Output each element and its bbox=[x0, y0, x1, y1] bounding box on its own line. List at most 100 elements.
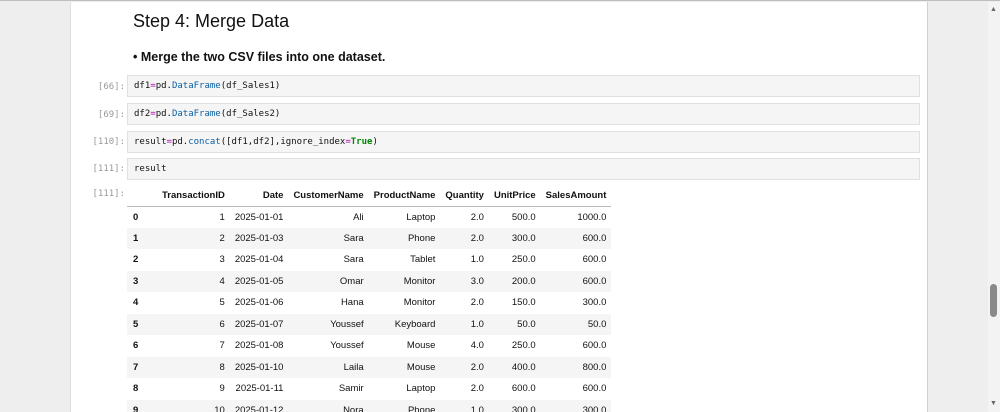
notebook-panel: Step 4: Merge Data • Merge the two CSV f… bbox=[70, 2, 928, 412]
table-cell: 2.0 bbox=[440, 378, 489, 400]
table-cell: 50.0 bbox=[541, 314, 612, 336]
table-cell: 2.0 bbox=[440, 357, 489, 379]
table-cell: Tablet bbox=[369, 249, 441, 271]
table-cell: Sara bbox=[288, 228, 368, 250]
table-cell: Monitor bbox=[369, 292, 441, 314]
code-cell-110[interactable]: result=pd.concat([df1,df2],ignore_index=… bbox=[127, 131, 920, 153]
code: result bbox=[134, 137, 167, 147]
code: df2 bbox=[134, 109, 150, 119]
table-cell: 600.0 bbox=[541, 249, 612, 271]
table-cell: 300.0 bbox=[489, 228, 541, 250]
column-header: Quantity bbox=[440, 186, 489, 206]
table-cell: Keyboard bbox=[369, 314, 441, 336]
table-row: 9102025-01-12NoraPhone1.0300.0300.0 bbox=[127, 400, 611, 412]
table-cell: Laptop bbox=[369, 378, 441, 400]
table-row: 892025-01-11SamirLaptop2.0600.0600.0 bbox=[127, 378, 611, 400]
table-cell: 2025-01-11 bbox=[230, 378, 289, 400]
table-cell: Nora bbox=[288, 400, 368, 412]
table-cell: 600.0 bbox=[541, 335, 612, 357]
table-cell: 3 bbox=[157, 249, 230, 271]
table-cell: 250.0 bbox=[489, 249, 541, 271]
row-index: 2 bbox=[127, 249, 157, 271]
scroll-down-icon[interactable]: ▼ bbox=[990, 400, 997, 407]
scroll-up-icon[interactable]: ▲ bbox=[990, 6, 997, 13]
code: pd. bbox=[172, 137, 188, 147]
table-cell: 250.0 bbox=[489, 335, 541, 357]
table-cell: 300.0 bbox=[541, 400, 612, 412]
code: ) bbox=[372, 137, 377, 147]
code: concat bbox=[188, 137, 221, 147]
table-cell: 2.0 bbox=[440, 228, 489, 250]
cell-prompt: [110]: bbox=[71, 137, 125, 147]
code: (df_Sales2) bbox=[221, 109, 281, 119]
table-cell: 600.0 bbox=[541, 378, 612, 400]
table-cell: 600.0 bbox=[541, 271, 612, 293]
table-cell: Laila bbox=[288, 357, 368, 379]
table-cell: Laptop bbox=[369, 206, 441, 228]
table-cell: 2025-01-03 bbox=[230, 228, 289, 250]
code-cell-66[interactable]: df1=pd.DataFrame(df_Sales1) bbox=[127, 75, 920, 97]
table-row: 562025-01-07YoussefKeyboard1.050.050.0 bbox=[127, 314, 611, 336]
table-cell: Monitor bbox=[369, 271, 441, 293]
table-cell: 50.0 bbox=[489, 314, 541, 336]
column-header: UnitPrice bbox=[489, 186, 541, 206]
dataframe-output: TransactionIDDateCustomerNameProductName… bbox=[127, 186, 611, 412]
column-header: Date bbox=[230, 186, 289, 206]
table-cell: 2.0 bbox=[440, 206, 489, 228]
table-cell: 9 bbox=[157, 378, 230, 400]
table-cell: 2025-01-05 bbox=[230, 271, 289, 293]
scrollbar-thumb[interactable] bbox=[990, 284, 997, 317]
column-header: TransactionID bbox=[157, 186, 230, 206]
row-index: 3 bbox=[127, 271, 157, 293]
table-row: 122025-01-03SaraPhone2.0300.0600.0 bbox=[127, 228, 611, 250]
row-index: 1 bbox=[127, 228, 157, 250]
output-prompt: [111]: bbox=[71, 189, 125, 199]
table-cell: 5 bbox=[157, 292, 230, 314]
table-cell: Youssef bbox=[288, 335, 368, 357]
table-cell: Samir bbox=[288, 378, 368, 400]
table-cell: 600.0 bbox=[489, 378, 541, 400]
column-header: ProductName bbox=[369, 186, 441, 206]
code-cell-111[interactable]: result bbox=[127, 158, 920, 180]
table-cell: 8 bbox=[157, 357, 230, 379]
cell-prompt: [111]: bbox=[71, 164, 125, 174]
row-index: 9 bbox=[127, 400, 157, 412]
row-index: 7 bbox=[127, 357, 157, 379]
table-cell: 1.0 bbox=[440, 400, 489, 412]
cell-prompt: [66]: bbox=[71, 82, 125, 92]
table-row: 452025-01-06HanaMonitor2.0150.0300.0 bbox=[127, 292, 611, 314]
table-cell: 1.0 bbox=[440, 314, 489, 336]
table-cell: Phone bbox=[369, 228, 441, 250]
table-cell: 1000.0 bbox=[541, 206, 612, 228]
code-cell-69[interactable]: df2=pd.DataFrame(df_Sales2) bbox=[127, 103, 920, 125]
table-cell: 2025-01-12 bbox=[230, 400, 289, 412]
table-cell: Hana bbox=[288, 292, 368, 314]
table-cell: 600.0 bbox=[541, 228, 612, 250]
window: Step 4: Merge Data • Merge the two CSV f… bbox=[0, 0, 1000, 411]
column-header bbox=[127, 186, 157, 206]
table-cell: 2025-01-01 bbox=[230, 206, 289, 228]
code: DataFrame bbox=[172, 81, 221, 91]
table-cell: 3.0 bbox=[440, 271, 489, 293]
table-row: 342025-01-05OmarMonitor3.0200.0600.0 bbox=[127, 271, 611, 293]
table-cell: Sara bbox=[288, 249, 368, 271]
table-cell: 200.0 bbox=[489, 271, 541, 293]
table-row: 232025-01-04SaraTablet1.0250.0600.0 bbox=[127, 249, 611, 271]
table-cell: 2025-01-04 bbox=[230, 249, 289, 271]
table-cell: Mouse bbox=[369, 357, 441, 379]
section-heading: Step 4: Merge Data bbox=[133, 11, 289, 32]
table-cell: 7 bbox=[157, 335, 230, 357]
table-cell: 800.0 bbox=[541, 357, 612, 379]
column-header: SalesAmount bbox=[541, 186, 612, 206]
vertical-scrollbar[interactable]: ▲ ▼ bbox=[988, 2, 1000, 412]
code: True bbox=[351, 137, 373, 147]
code: result bbox=[134, 164, 167, 174]
code: pd. bbox=[156, 109, 172, 119]
column-header: CustomerName bbox=[288, 186, 368, 206]
table-cell: Ali bbox=[288, 206, 368, 228]
table-cell: 2025-01-10 bbox=[230, 357, 289, 379]
table-cell: Omar bbox=[288, 271, 368, 293]
table-cell: 400.0 bbox=[489, 357, 541, 379]
code: DataFrame bbox=[172, 109, 221, 119]
table-cell: 500.0 bbox=[489, 206, 541, 228]
